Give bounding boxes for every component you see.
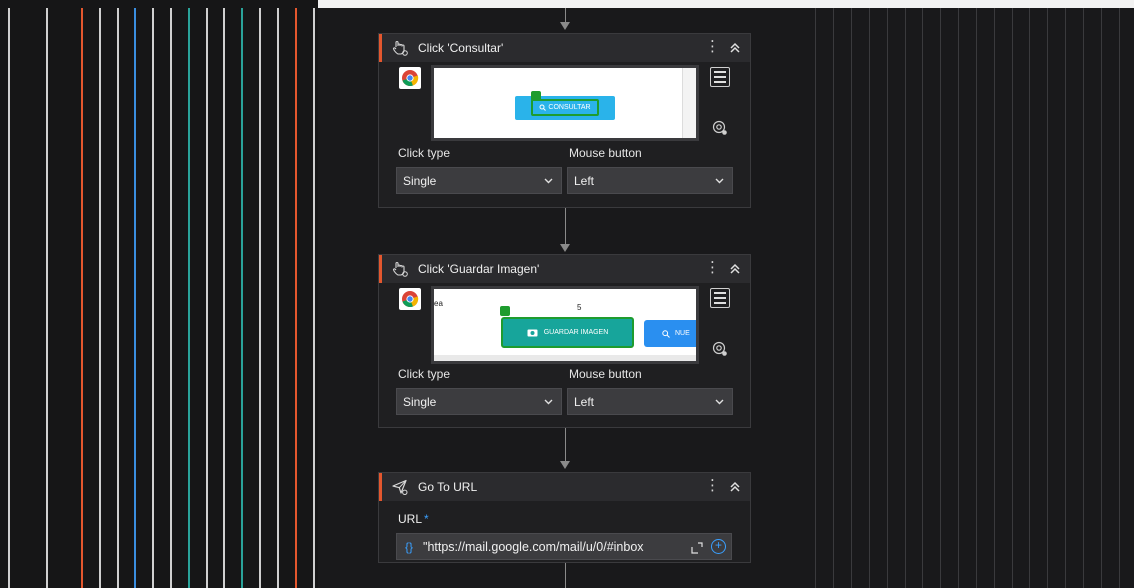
click-type-value: Single <box>403 173 437 188</box>
flow-arrow <box>560 244 570 252</box>
hand-pointer-icon <box>391 39 409 57</box>
preview-next-button: NUE <box>644 320 696 347</box>
click-type-select[interactable]: Single <box>396 388 562 415</box>
chevron-down-icon <box>715 399 724 404</box>
expression-braces-icon: {} <box>405 539 414 554</box>
chevron-down-icon <box>715 178 724 183</box>
flow-arrow <box>560 461 570 469</box>
card-title: Go To URL <box>418 480 478 494</box>
chrome-icon <box>399 288 421 310</box>
nesting-line <box>277 8 279 588</box>
search-icon <box>662 329 670 338</box>
nesting-line <box>206 8 208 588</box>
action-card-go-to-url[interactable]: Go To URL ⋮ URL * {} "https://mail.google… <box>378 472 751 563</box>
field-row: Single Left <box>379 388 750 415</box>
add-circle-icon[interactable]: + <box>711 539 726 554</box>
url-label: URL * <box>379 512 750 526</box>
nesting-line <box>170 8 172 588</box>
selection-badge <box>500 306 510 316</box>
element-screenshot-preview[interactable]: ea 5 GUARDAR IMAGEN NUE <box>431 286 699 364</box>
action-card-click-consultar[interactable]: Click 'Consultar' ⋮ CONSULTAR Click type… <box>378 33 751 208</box>
expand-icon[interactable] <box>691 541 703 554</box>
url-input[interactable]: {} "https://mail.google.com/mail/u/0/#in… <box>396 533 732 560</box>
chevron-double-up-icon[interactable] <box>728 40 742 56</box>
preview-next-label: NUE <box>675 330 690 337</box>
target-preview-row: ea 5 GUARDAR IMAGEN NUE <box>379 283 750 364</box>
nesting-line <box>313 8 315 588</box>
flow-connector <box>565 428 566 461</box>
card-title: Click 'Consultar' <box>418 41 504 55</box>
nesting-line <box>188 8 190 588</box>
element-screenshot-preview[interactable]: CONSULTAR <box>431 65 699 141</box>
preview-scrollbar <box>434 355 696 361</box>
mouse-button-label: Mouse button <box>569 367 642 381</box>
camera-icon <box>527 329 538 337</box>
kebab-menu-icon[interactable]: ⋮ <box>705 260 720 276</box>
nesting-line <box>81 8 83 588</box>
card-header[interactable]: Click 'Guardar Imagen' ⋮ <box>379 255 750 283</box>
mouse-button-select[interactable]: Left <box>567 167 733 194</box>
flow-connector <box>565 208 566 244</box>
preview-scrollbar <box>682 68 696 138</box>
nesting-panel <box>0 0 318 588</box>
nesting-line <box>295 8 297 588</box>
field-labels: Click type Mouse button <box>379 367 750 381</box>
kebab-menu-icon[interactable]: ⋮ <box>705 478 720 494</box>
chrome-icon <box>399 67 421 89</box>
nesting-line <box>117 8 119 588</box>
click-type-label: Click type <box>398 146 451 160</box>
flow-arrow <box>560 22 570 30</box>
selection-outline: CONSULTAR <box>531 99 599 116</box>
mouse-button-select[interactable]: Left <box>567 388 733 415</box>
target-preview-row: CONSULTAR <box>379 62 750 141</box>
preview-partial-text: ea <box>434 299 443 308</box>
preview-button-label: CONSULTAR <box>548 104 591 111</box>
mouse-button-label: Mouse button <box>569 146 642 160</box>
nesting-line <box>8 8 10 588</box>
mouse-button-value: Left <box>574 173 595 188</box>
flow-connector <box>565 563 566 588</box>
card-header[interactable]: Click 'Consultar' ⋮ <box>379 34 750 62</box>
field-row: Single Left <box>379 167 750 194</box>
nesting-line <box>99 8 101 588</box>
click-type-value: Single <box>403 394 437 409</box>
action-card-click-guardar-imagen[interactable]: Click 'Guardar Imagen' ⋮ ea 5 GUARDAR IM… <box>378 254 751 428</box>
chevron-double-up-icon[interactable] <box>728 261 742 277</box>
nesting-line <box>152 8 154 588</box>
card-title: Click 'Guardar Imagen' <box>418 262 540 276</box>
chevron-down-icon <box>544 178 553 183</box>
nesting-line <box>134 8 136 588</box>
flow-connector <box>565 8 566 22</box>
nesting-line <box>241 8 243 588</box>
required-marker: * <box>424 512 429 526</box>
nesting-line <box>259 8 261 588</box>
hand-pointer-icon <box>391 260 409 278</box>
send-url-icon <box>391 478 409 496</box>
nesting-line <box>223 8 225 588</box>
kebab-menu-icon[interactable]: ⋮ <box>705 39 720 55</box>
preview-number: 5 <box>577 303 582 312</box>
url-label-text: URL <box>398 512 423 526</box>
list-icon[interactable] <box>710 288 730 308</box>
field-labels: Click type Mouse button <box>379 146 750 160</box>
click-type-select[interactable]: Single <box>396 167 562 194</box>
card-header[interactable]: Go To URL ⋮ <box>379 473 750 501</box>
preview-button-label: GUARDAR IMAGEN <box>543 329 609 336</box>
list-icon[interactable] <box>710 67 730 87</box>
mouse-button-value: Left <box>574 394 595 409</box>
nesting-line <box>46 8 48 588</box>
chevron-down-icon <box>544 399 553 404</box>
target-icon[interactable] <box>712 120 728 136</box>
chevron-double-up-icon[interactable] <box>728 479 742 495</box>
preview-target-button: GUARDAR IMAGEN <box>501 317 634 348</box>
click-type-label: Click type <box>398 367 451 381</box>
target-icon[interactable] <box>712 341 728 357</box>
url-value: "https://mail.google.com/mail/u/0/#inbox <box>423 539 644 554</box>
